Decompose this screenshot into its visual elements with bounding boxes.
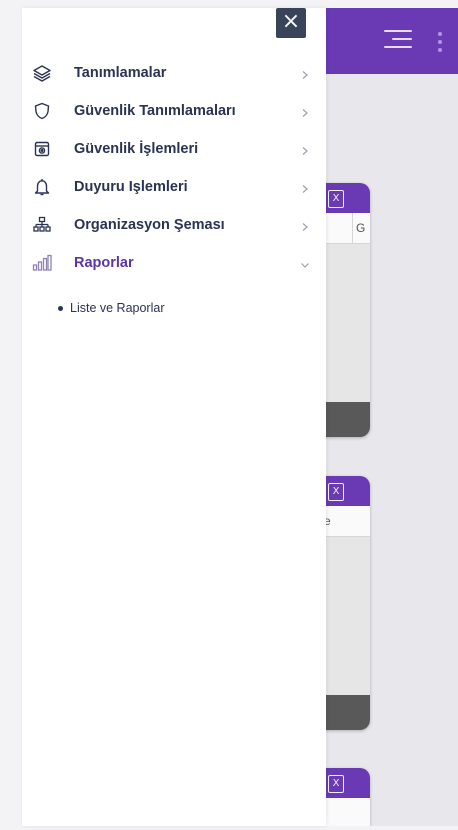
sidebar-item-label: Güvenlik Tanımlamaları [74, 103, 236, 119]
hamburger-menu-icon[interactable] [384, 30, 412, 50]
sidebar-item-label: Tanımlamalar [74, 65, 167, 81]
submenu-item-label: Liste ve Raporlar [70, 301, 165, 315]
sidebar-menu: Tanımlamalar Güvenlik Tanımlamaları Güve… [22, 55, 326, 283]
chevron-down-icon [300, 257, 310, 268]
side-drawer: × Tanımlamalar Güvenlik Tanımlamaları Gü… [22, 8, 326, 826]
sidebar-item-duyuru-islemleri[interactable]: Duyuru Işlemleri [22, 169, 326, 207]
more-options-icon[interactable] [438, 32, 444, 54]
sidebar-item-label: Raporlar [74, 255, 134, 271]
bell-icon [32, 177, 52, 197]
chevron-right-icon [300, 219, 310, 231]
shield-icon [32, 101, 52, 121]
sidebar-item-guvenlik-islemleri[interactable]: Güvenlik İşlemleri [22, 131, 326, 169]
chevron-right-icon [300, 105, 310, 117]
chevron-right-icon [300, 181, 310, 193]
org-chart-icon [32, 215, 52, 235]
sidebar-item-label: Duyuru Işlemleri [74, 179, 188, 195]
excel-icon[interactable]: X [328, 775, 344, 793]
security-box-icon [32, 139, 52, 159]
excel-icon[interactable]: X [328, 483, 344, 501]
column-divider [352, 213, 353, 243]
sidebar-item-label: Organizasyon Şeması [74, 217, 225, 233]
bar-chart-icon [32, 253, 52, 273]
sidebar-item-tanimlamalar[interactable]: Tanımlamalar [22, 55, 326, 93]
sidebar-item-label: Güvenlik İşlemleri [74, 141, 199, 157]
sidebar-item-organizasyon-semasi[interactable]: Organizasyon Şeması [22, 207, 326, 245]
chevron-right-icon [300, 67, 310, 79]
layers-icon [32, 63, 52, 83]
column-header: G [356, 221, 366, 235]
close-drawer-button[interactable]: × [276, 8, 306, 38]
chevron-right-icon [300, 143, 310, 155]
sidebar-item-guvenlik-tanimlamalari[interactable]: Güvenlik Tanımlamaları [22, 93, 326, 131]
bullet-icon [58, 306, 63, 311]
sidebar-item-raporlar[interactable]: Raporlar [22, 245, 326, 283]
excel-icon[interactable]: X [328, 190, 344, 208]
